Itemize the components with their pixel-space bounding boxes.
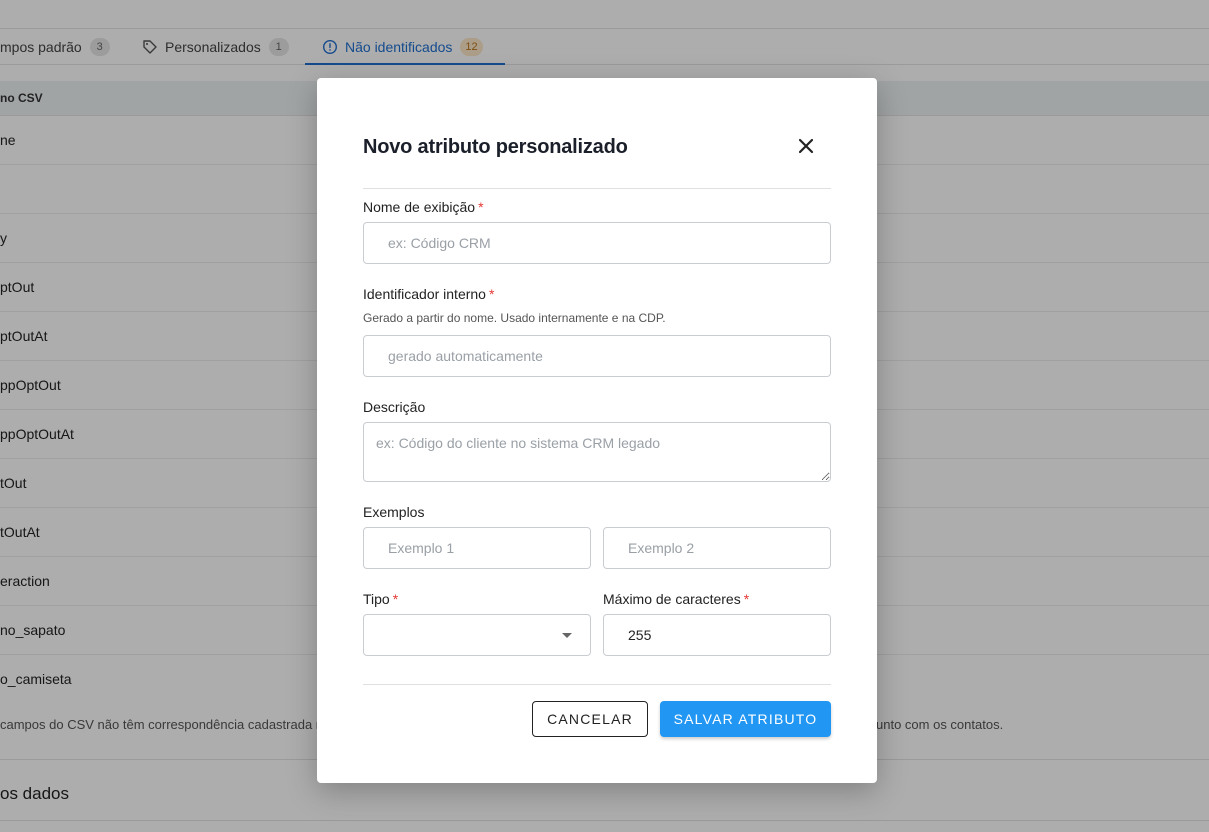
required-mark: *: [488, 286, 495, 302]
examples-label: Exemplos: [363, 504, 425, 520]
type-select[interactable]: [363, 614, 591, 656]
type-label: Tipo *: [363, 591, 398, 607]
footer-divider: [363, 684, 831, 685]
save-attribute-button[interactable]: SALVAR ATRIBUTO: [660, 701, 831, 737]
new-custom-attribute-dialog: Novo atributo personalizado Nome de exib…: [317, 78, 877, 783]
caret-down-icon: [562, 633, 572, 638]
max-chars-label-text: Máximo de caracteres: [603, 591, 741, 607]
display-name-input[interactable]: [363, 222, 831, 264]
type-label-text: Tipo: [363, 591, 390, 607]
dialog-title: Novo atributo personalizado: [363, 136, 628, 158]
header-divider: [363, 188, 831, 189]
max-chars-input[interactable]: [603, 614, 831, 656]
display-name-label-text: Nome de exibição: [363, 199, 476, 215]
max-chars-label: Máximo de caracteres *: [603, 591, 749, 607]
required-mark: *: [743, 591, 750, 607]
close-button[interactable]: [794, 136, 818, 160]
internal-id-label-text: Identificador interno: [363, 286, 486, 302]
example-1-input[interactable]: [363, 527, 591, 569]
example-2-input[interactable]: [603, 527, 831, 569]
internal-id-input[interactable]: [363, 335, 831, 377]
cancel-button[interactable]: CANCELAR: [532, 701, 648, 737]
internal-id-hint: Gerado a partir do nome. Usado intername…: [363, 311, 666, 325]
close-icon: [797, 137, 815, 160]
display-name-label: Nome de exibição *: [363, 199, 484, 215]
description-label: Descrição: [363, 399, 426, 415]
required-mark: *: [478, 199, 484, 215]
internal-id-label: Identificador interno *: [363, 286, 494, 302]
required-mark: *: [392, 591, 399, 607]
description-textarea[interactable]: [363, 422, 831, 482]
